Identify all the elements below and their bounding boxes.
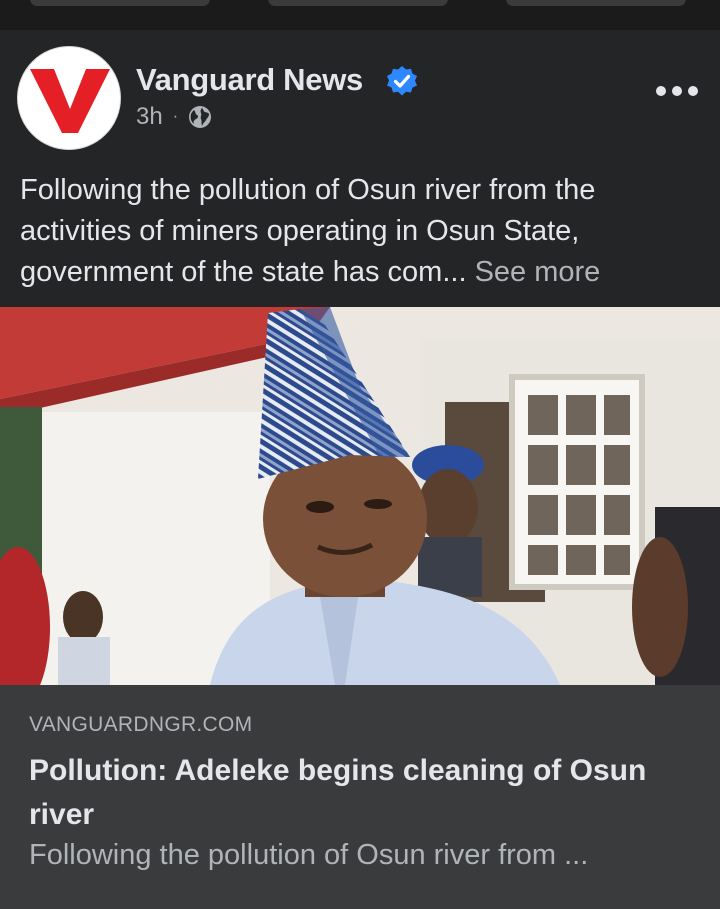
globe-icon[interactable] [188, 105, 212, 129]
meta-separator: · [172, 108, 179, 125]
page-name[interactable]: Vanguard News [136, 62, 363, 98]
page-avatar[interactable] [17, 46, 121, 150]
link-domain: VANGUARDNGR.COM [29, 713, 253, 736]
link-title[interactable]: Pollution: Adeleke begins cleaning of Os… [29, 749, 699, 837]
more-options-icon[interactable] [656, 86, 698, 98]
news-photo [0, 307, 720, 685]
link-preview[interactable]: VANGUARDNGR.COM Pollution: Adeleke begin… [0, 685, 720, 909]
post-photo[interactable] [0, 307, 720, 685]
vanguard-logo-icon [19, 48, 119, 148]
verified-badge-icon [387, 66, 417, 96]
story-tab[interactable] [30, 0, 210, 6]
story-tab[interactable] [506, 0, 686, 6]
see-more-link[interactable]: See more [475, 256, 601, 288]
post-time[interactable]: 3h [136, 103, 163, 131]
feed-post: Vanguard News 3h · Following the polluti… [0, 30, 720, 909]
post-text: Following the pollution of Osun river fr… [20, 170, 710, 293]
feed-top-strip [0, 0, 720, 30]
story-tab[interactable] [268, 0, 448, 6]
link-description: Following the pollution of Osun river fr… [29, 839, 589, 871]
post-meta: 3h · [136, 103, 212, 131]
